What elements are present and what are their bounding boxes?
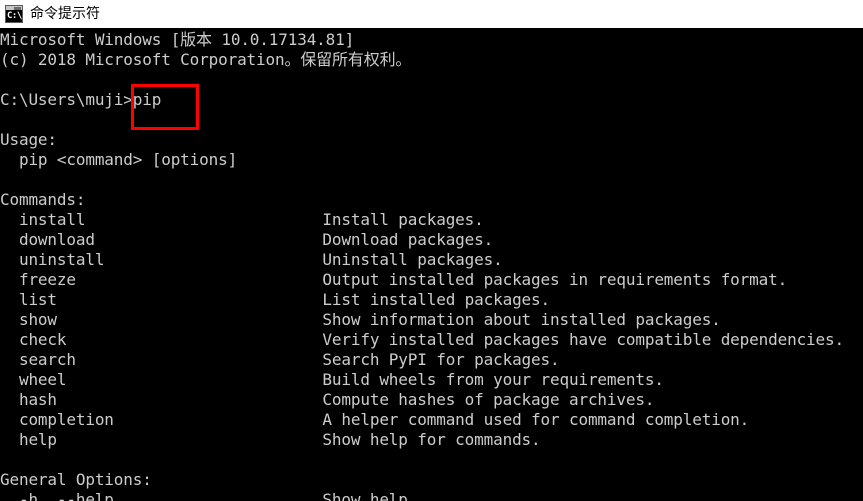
- command-description: Build wheels from your requirements.: [322, 370, 664, 389]
- command-row: list List installed packages.: [0, 290, 863, 310]
- command-name: search: [0, 350, 323, 369]
- command-description: Search PyPI for packages.: [322, 350, 560, 369]
- command-name: help: [0, 430, 323, 449]
- console-lines: Microsoft Windows [版本 10.0.17134.81] (c) …: [0, 30, 863, 501]
- command-name: check: [0, 330, 323, 349]
- cmd-prompt-icon: C:\_: [5, 5, 23, 23]
- command-row: completion A helper command used for com…: [0, 410, 863, 430]
- prompt-line: C:\Users\muji>pip: [0, 90, 162, 109]
- command-name: hash: [0, 390, 323, 409]
- general-option-row: -h, --help Show help.: [0, 490, 863, 501]
- command-name: -h, --help: [0, 490, 323, 501]
- title-bar: C:\_ 命令提示符: [0, 0, 863, 28]
- command-row: help Show help for commands.: [0, 430, 863, 450]
- command-description: Show help for commands.: [322, 430, 541, 449]
- command-description: List installed packages.: [322, 290, 551, 309]
- console-output-area[interactable]: Microsoft Windows [版本 10.0.17134.81] (c) …: [0, 28, 863, 501]
- command-description: Show help.: [322, 490, 418, 501]
- command-name: wheel: [0, 370, 323, 389]
- console-header-line: Microsoft Windows [版本 10.0.17134.81]: [0, 30, 355, 49]
- usage-line: pip <command> [options]: [0, 150, 238, 169]
- command-description: Download packages.: [322, 230, 494, 249]
- commands-heading: Commands:: [0, 190, 86, 209]
- command-description: Verify installed packages have compatibl…: [322, 330, 844, 349]
- command-row: hash Compute hashes of package archives.: [0, 390, 863, 410]
- command-row: install Install packages.: [0, 210, 863, 230]
- command-description: Install packages.: [322, 210, 484, 229]
- cmd-icon-buttons: [14, 6, 21, 10]
- command-row: download Download packages.: [0, 230, 863, 250]
- cmd-icon-titlestrip: [6, 6, 22, 10]
- command-row: wheel Build wheels from your requirement…: [0, 370, 863, 390]
- window-title: 命令提示符: [30, 6, 100, 22]
- command-row: uninstall Uninstall packages.: [0, 250, 863, 270]
- usage-heading: Usage:: [0, 130, 57, 149]
- command-description: Uninstall packages.: [322, 250, 503, 269]
- command-row: search Search PyPI for packages.: [0, 350, 863, 370]
- command-description: A helper command used for command comple…: [322, 410, 750, 429]
- command-name: install: [0, 210, 323, 229]
- command-name: download: [0, 230, 323, 249]
- command-name: show: [0, 310, 323, 329]
- command-row: show Show information about installed pa…: [0, 310, 863, 330]
- command-description: Output installed packages in requirement…: [322, 270, 788, 289]
- command-description: Show information about installed package…: [322, 310, 721, 329]
- command-name: uninstall: [0, 250, 323, 269]
- command-row: freeze Output installed packages in requ…: [0, 270, 863, 290]
- command-name: list: [0, 290, 323, 309]
- console-header-line: (c) 2018 Microsoft Corporation。保留所有权利。: [0, 50, 412, 69]
- command-prompt-window: C:\_ 命令提示符 Microsoft Windows [版本 10.0.17…: [0, 0, 863, 501]
- command-name: freeze: [0, 270, 323, 289]
- command-row: check Verify installed packages have com…: [0, 330, 863, 350]
- general-options-heading: General Options:: [0, 470, 152, 489]
- command-description: Compute hashes of package archives.: [322, 390, 655, 409]
- command-name: completion: [0, 410, 323, 429]
- cmd-icon-prompt-text: C:\_: [7, 11, 22, 21]
